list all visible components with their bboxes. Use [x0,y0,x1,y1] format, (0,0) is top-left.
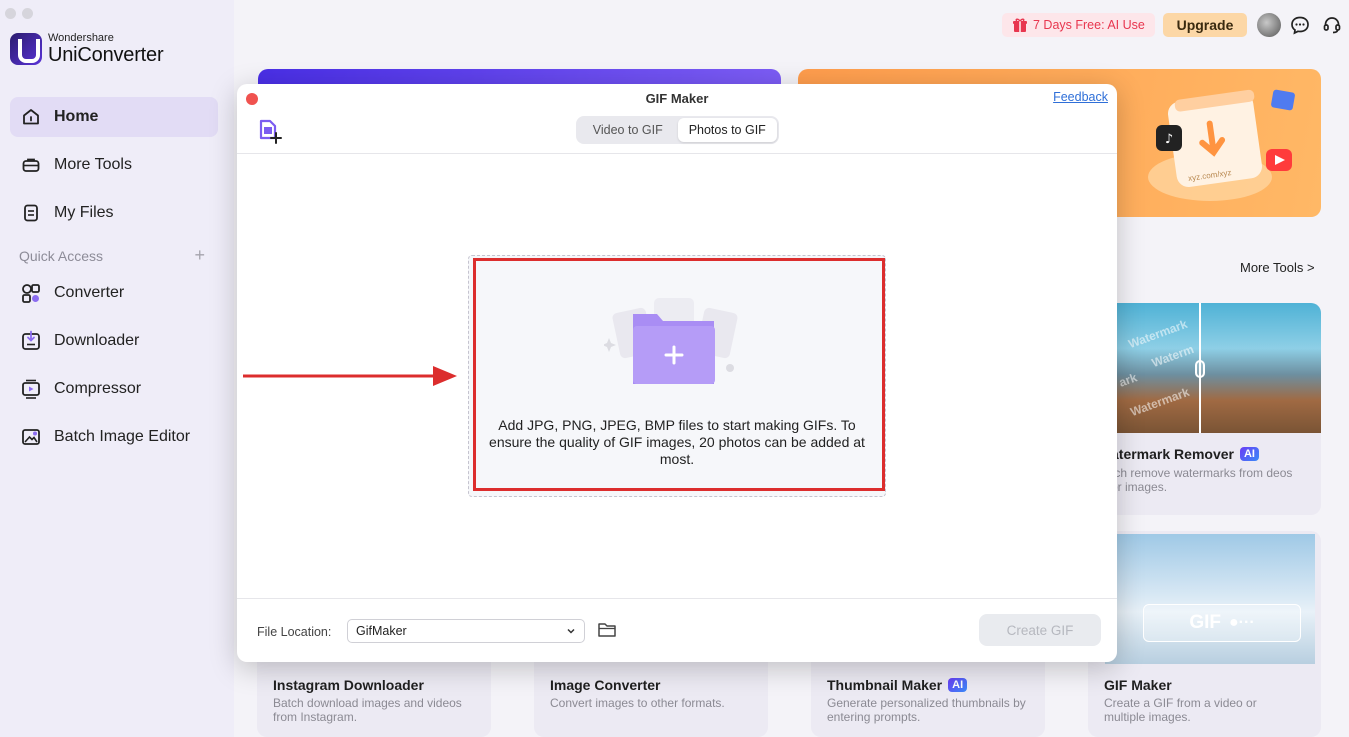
card-title: Image Converter [550,677,661,693]
sidebar-item-label: More Tools [54,156,132,173]
card-title: Instagram Downloader [273,677,424,693]
gif-loading-icon: ●··· [1229,614,1255,631]
dialog-footer-divider [237,598,1117,599]
sidebar-item-more-tools[interactable]: More Tools [10,145,218,185]
dialog-title: GIF Maker [645,91,709,106]
gif-mode-tabs: Video to GIF Photos to GIF [576,116,779,144]
downloader-icon [20,330,42,352]
sidebar-item-converter[interactable]: Converter [10,273,218,313]
brand: Wondershare UniConverter [10,32,164,66]
gift-icon [1013,18,1027,32]
uniconverter-logo-icon [10,33,42,65]
gif-preview-image: GIF ●··· [1105,534,1315,664]
svg-text:♪: ♪ [1165,132,1173,147]
ai-badge: AI [1239,447,1259,461]
card-description: Convert images to other formats. [550,696,725,710]
ai-trial-promo[interactable]: 7 Days Free: AI Use [1002,13,1155,37]
sidebar-item-label: Downloader [54,332,140,349]
file-location-label: File Location: [257,625,332,639]
card-description: Batch download images and videos from In… [273,696,462,724]
sidebar-item-my-files[interactable]: My Files [10,193,218,233]
window-close-button[interactable] [5,8,16,19]
tool-card-gif-maker[interactable]: GIF ●··· GIF Maker Create a GIF from a v… [1088,531,1321,737]
card-description: tch remove watermarks from deos or image… [1111,466,1293,494]
add-file-icon[interactable] [257,118,283,144]
annotation-arrow-icon [243,366,457,386]
brand-company: Wondershare [48,32,114,44]
headset-icon[interactable] [1322,15,1342,35]
feedback-link[interactable]: Feedback [1053,90,1108,104]
promo-label: 7 Days Free: AI Use [1033,18,1145,32]
compare-slider-handle[interactable] [1195,360,1205,378]
drop-zone-instructions: Add JPG, PNG, JPEG, BMP files to start m… [489,417,865,467]
card-title: GIF Maker [1104,677,1172,693]
sidebar-item-label: Converter [54,284,125,301]
sidebar-item-label: Batch Image Editor [54,428,191,445]
compressor-icon [20,378,42,400]
image-editor-icon [20,426,42,448]
sidebar-item-label: My Files [54,204,114,221]
add-quick-access-button[interactable]: + [194,246,205,264]
window-controls [5,8,33,19]
card-title: atermark Remover [1111,446,1234,462]
tool-card-watermark-remover[interactable]: Watermark Waterm ark Watermark atermark … [1100,303,1321,515]
window-minimize-button[interactable] [22,8,33,19]
files-icon [20,202,42,224]
tab-video-to-gif[interactable]: Video to GIF [578,118,678,142]
chat-icon[interactable] [1290,15,1310,35]
home-icon [20,106,42,128]
quick-access-label: Quick Access [19,248,104,264]
sidebar: Wondershare UniConverter Home More Tools… [0,0,234,737]
sidebar-item-label: Home [54,108,99,125]
brand-product: UniConverter [48,44,164,66]
tab-photos-to-gif[interactable]: Photos to GIF [677,118,777,142]
sidebar-item-label: Compressor [54,380,142,397]
card-description: Generate personalized thumbnails by ente… [827,696,1026,724]
sidebar-item-downloader[interactable]: Downloader [10,321,218,361]
toolbox-icon [20,154,42,176]
sidebar-item-batch-image-editor[interactable]: Batch Image Editor [10,417,218,457]
chevron-down-icon [567,628,575,634]
sidebar-item-home[interactable]: Home [10,97,218,137]
file-location-select[interactable]: GifMaker [347,619,585,643]
ai-badge: AI [948,678,968,692]
quick-access-header: Quick Access + [19,246,205,264]
dialog-divider [237,153,1117,154]
avatar[interactable] [1257,13,1281,37]
create-gif-button[interactable]: Create GIF [979,614,1101,646]
open-folder-icon[interactable] [597,621,617,639]
more-tools-link[interactable]: More Tools > [1240,260,1315,275]
card-description: Create a GIF from a video or multiple im… [1104,696,1257,724]
watermark-preview-image: Watermark Waterm ark Watermark [1111,303,1321,433]
sidebar-item-compressor[interactable]: Compressor [10,369,218,409]
file-location-value: GifMaker [356,624,407,638]
upgrade-button[interactable]: Upgrade [1163,13,1247,37]
converter-icon [20,282,42,304]
card-title: Thumbnail Maker [827,677,943,693]
gif-preview-pill: GIF ●··· [1143,604,1301,642]
